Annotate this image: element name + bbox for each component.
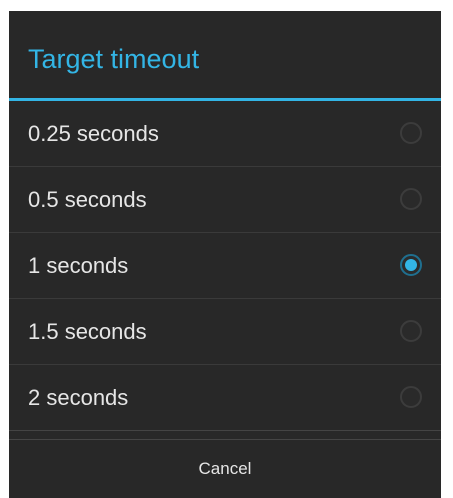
option-label: 0.5 seconds (28, 187, 147, 212)
timeout-options-list: 0.25 seconds 0.5 seconds 1 seconds 1.5 s… (9, 101, 441, 431)
radio-button-icon[interactable] (400, 122, 422, 144)
option-label: 1.5 seconds (28, 319, 147, 344)
option-2-seconds[interactable]: 2 seconds (9, 365, 441, 431)
option-label: 2 seconds (28, 385, 129, 410)
radio-button-icon[interactable] (400, 320, 422, 342)
radio-button-icon[interactable] (400, 386, 422, 408)
cancel-label: Cancel (198, 459, 252, 478)
cancel-button[interactable]: Cancel (9, 439, 441, 498)
option-0-25-seconds[interactable]: 0.25 seconds (9, 101, 441, 167)
option-0-5-seconds[interactable]: 0.5 seconds (9, 167, 441, 233)
option-label: 0.25 seconds (28, 121, 159, 146)
radio-button-selected-icon[interactable] (400, 254, 422, 276)
option-1-seconds[interactable]: 1 seconds (9, 233, 441, 299)
dialog-title: Target timeout (28, 44, 200, 74)
radio-button-icon[interactable] (400, 188, 422, 210)
option-label: 1 seconds (28, 253, 129, 278)
option-1-5-seconds[interactable]: 1.5 seconds (9, 299, 441, 365)
target-timeout-dialog: Target timeout 0.25 seconds 0.5 seconds … (9, 11, 441, 498)
dialog-header: Target timeout (9, 11, 441, 101)
